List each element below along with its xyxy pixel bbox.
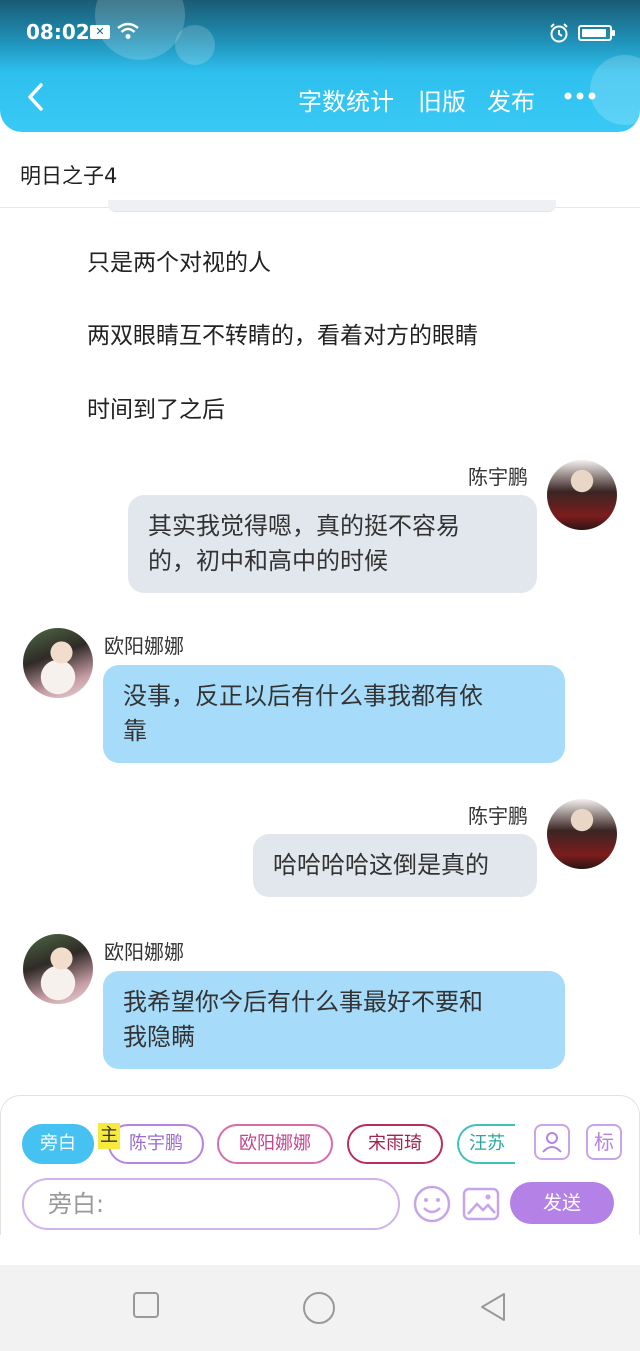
more-icon[interactable] bbox=[560, 84, 600, 108]
role-chip[interactable]: 陈宇鹏 bbox=[108, 1124, 204, 1164]
bubble-line: 靠 bbox=[123, 717, 147, 745]
bubble-line: 没事，反正以后有什么事我都有依 bbox=[123, 682, 483, 710]
bubble-line: 的，初中和高中的时候 bbox=[148, 547, 388, 575]
role-manage-icon[interactable] bbox=[534, 1124, 570, 1160]
bubble-line: 我希望你今后有什么事最好不要和 bbox=[123, 988, 483, 1016]
alarm-icon bbox=[550, 23, 568, 43]
avatar[interactable] bbox=[547, 460, 617, 530]
send-button[interactable]: 发送 bbox=[510, 1182, 614, 1224]
role-chip[interactable]: 汪苏 bbox=[457, 1124, 515, 1164]
status-bar: 08:02 ✕ bbox=[0, 0, 640, 48]
narration-line[interactable]: 时间到了之后 bbox=[87, 390, 225, 424]
main-role-tag: 主 bbox=[98, 1123, 120, 1149]
avatar[interactable] bbox=[23, 934, 93, 1004]
avatar[interactable] bbox=[23, 628, 93, 698]
bubble-line: 哈哈哈哈这倒是真的 bbox=[273, 851, 489, 879]
image-icon[interactable] bbox=[462, 1186, 500, 1222]
chat-bubble[interactable]: 我希望你今后有什么事最好不要和 我隐瞒 bbox=[103, 971, 565, 1069]
chat-bubble[interactable]: 哈哈哈哈这倒是真的 bbox=[253, 834, 537, 897]
role-chip-narrator[interactable]: 旁白 bbox=[22, 1124, 94, 1164]
role-chip[interactable]: 欧阳娜娜 bbox=[217, 1124, 333, 1164]
speaker-name: 陈宇鹏 bbox=[468, 465, 528, 489]
chat-bubble[interactable]: 其实我觉得嗯，真的挺不容易 的，初中和高中的时候 bbox=[128, 495, 537, 593]
person-icon bbox=[542, 1132, 562, 1153]
back-icon[interactable] bbox=[478, 1291, 508, 1323]
bubble-line: 其实我觉得嗯，真的挺不容易 bbox=[148, 512, 460, 540]
notification-icon: ✕ bbox=[90, 25, 110, 39]
narration-line[interactable]: 只是两个对视的人 bbox=[87, 243, 271, 277]
wifi-icon bbox=[117, 22, 139, 39]
app-header: 08:02 ✕ 字数统计 旧版 发布 bbox=[0, 0, 640, 132]
home-icon[interactable] bbox=[302, 1291, 336, 1325]
chat-bubble[interactable]: 没事，反正以后有什么事我都有依 靠 bbox=[103, 665, 565, 763]
document-title[interactable]: 明日之子4 bbox=[20, 160, 117, 190]
narration-line[interactable]: 两双眼睛互不转睛的，看着对方的眼睛 bbox=[87, 316, 478, 350]
back-arrow-icon[interactable] bbox=[22, 82, 52, 112]
tag-icon[interactable]: 标 bbox=[586, 1124, 622, 1160]
previous-bubble-edge bbox=[108, 200, 556, 212]
system-nav-bar bbox=[0, 1265, 640, 1351]
bubble-line: 我隐瞒 bbox=[123, 1023, 195, 1051]
recent-apps-icon[interactable] bbox=[132, 1291, 160, 1319]
publish-button[interactable]: 发布 bbox=[487, 82, 535, 117]
role-chip[interactable]: 宋雨琦 bbox=[347, 1124, 443, 1164]
word-count-button[interactable]: 字数统计 bbox=[298, 82, 394, 117]
speaker-name: 陈宇鹏 bbox=[468, 804, 528, 828]
speaker-name: 欧阳娜娜 bbox=[104, 940, 184, 964]
message-input[interactable]: 旁白: bbox=[22, 1178, 400, 1230]
old-version-button[interactable]: 旧版 bbox=[418, 82, 466, 117]
emoji-icon[interactable] bbox=[412, 1184, 452, 1224]
battery-icon bbox=[578, 25, 615, 41]
document-title-bar: 明日之子4 bbox=[0, 140, 640, 208]
speaker-name: 欧阳娜娜 bbox=[104, 634, 184, 658]
nav-bar: 字数统计 旧版 发布 bbox=[0, 70, 640, 126]
status-time: 08:02 bbox=[26, 20, 90, 44]
avatar[interactable] bbox=[547, 799, 617, 869]
